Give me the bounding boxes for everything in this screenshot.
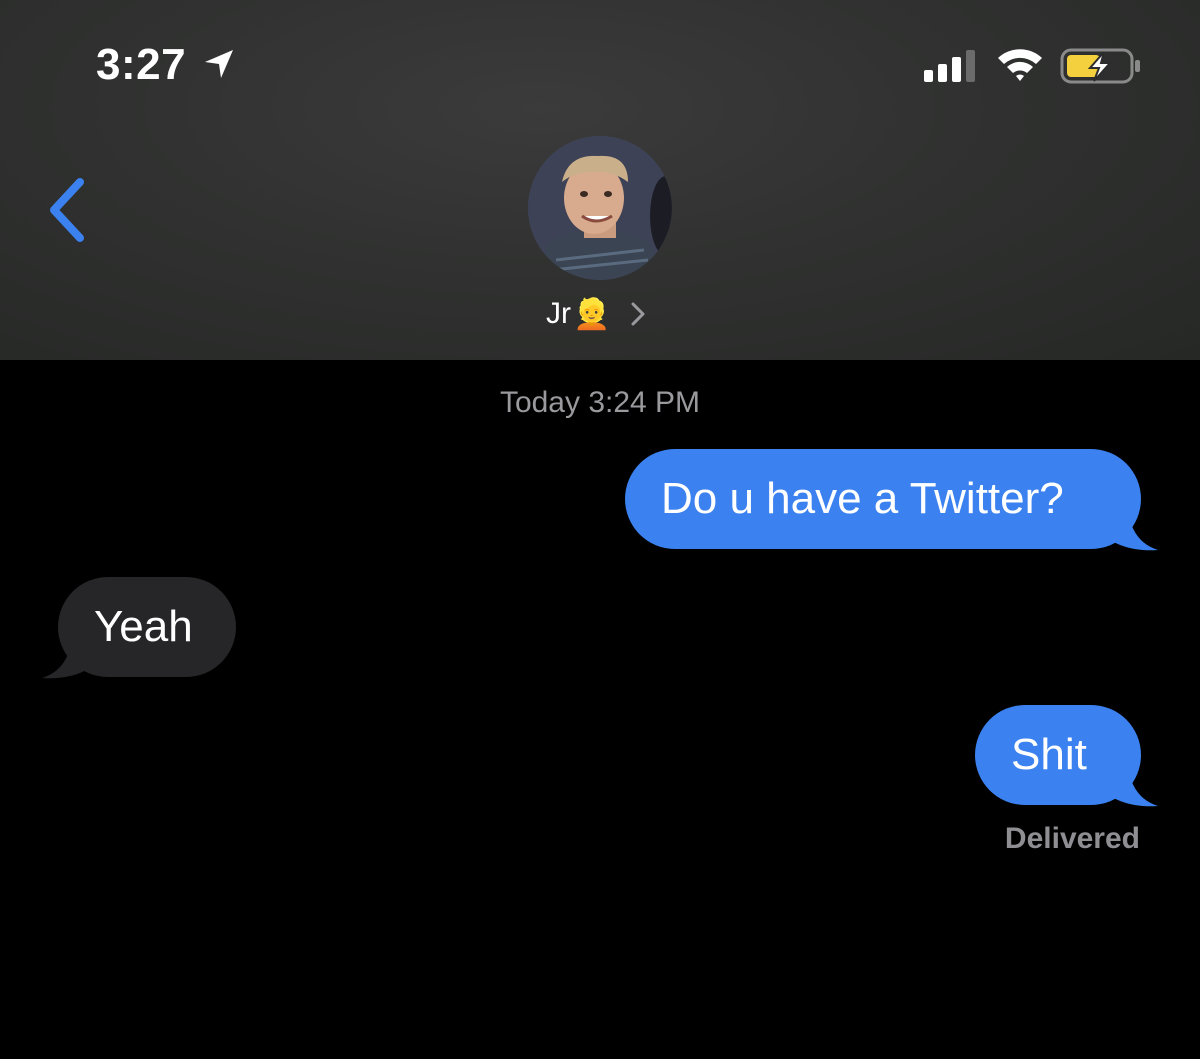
contact-details-button[interactable]: Jr 👱 [546,294,648,334]
received-message-bubble[interactable]: Yeah [58,577,236,677]
status-time: 3:27 [96,40,187,89]
sent-message-bubble[interactable]: Do u have a Twitter? [625,449,1141,549]
wifi-icon [998,49,1042,81]
avatar-photo [528,136,672,280]
delivery-status: Delivered [1004,822,1140,855]
contact-name: Jr [546,297,571,330]
contact-emoji: 👱 [573,296,611,332]
chevron-right-icon [631,302,645,326]
battery-charging-icon [1060,48,1140,84]
message-timestamp: Today 3:24 PM [499,386,701,419]
back-button[interactable] [40,172,100,248]
location-arrow-icon [205,50,233,78]
conversation-header: 3:27 Jr 👱 [0,0,1200,360]
sent-message-bubble[interactable]: Shit [975,705,1141,805]
avatar[interactable] [528,136,672,280]
cellular-signal-icon [924,50,975,82]
